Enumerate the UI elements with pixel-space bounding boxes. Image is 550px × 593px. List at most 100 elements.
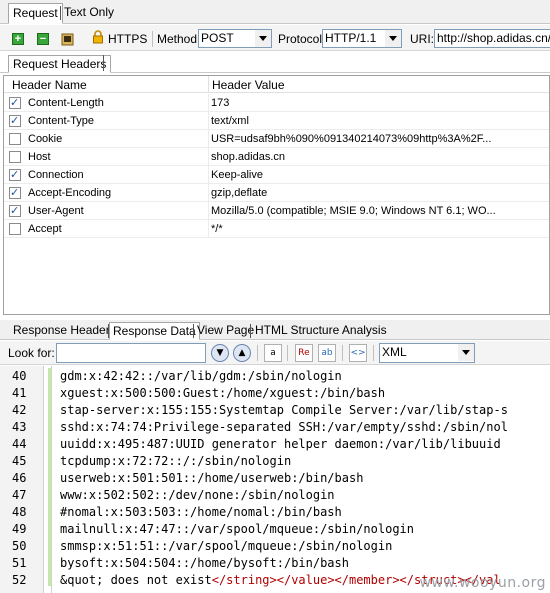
response-tab-bar: Response Headers Response Data View Page… bbox=[0, 320, 550, 340]
column-divider bbox=[208, 148, 209, 166]
remove-header-button[interactable]: − bbox=[33, 29, 51, 47]
header-value-cell[interactable]: Keep-alive bbox=[211, 169, 541, 181]
column-divider bbox=[208, 184, 209, 202]
header-enabled-checkbox[interactable] bbox=[9, 96, 21, 109]
tab-text-only[interactable]: Text Only bbox=[60, 3, 118, 24]
line-text: bysoft:x:504:504::/home/bysoft:/bin/bash bbox=[60, 556, 349, 570]
look-for-input[interactable] bbox=[56, 343, 206, 363]
line-number: 47 bbox=[12, 488, 27, 502]
tab-response-data[interactable]: Response Data bbox=[109, 322, 200, 340]
header-enabled-checkbox[interactable] bbox=[9, 133, 21, 145]
plus-icon: + bbox=[12, 33, 24, 45]
format-select[interactable]: XML bbox=[379, 343, 475, 363]
find-next-button[interactable]: ▼ bbox=[211, 344, 229, 362]
table-row[interactable]: Accept-Encoding gzip,deflate bbox=[4, 184, 549, 202]
code-line: 45 tcpdump:x:72:72::/:/sbin/nologin bbox=[0, 453, 550, 470]
line-text: mailnull:x:47:47::/var/spool/mqueue:/sbi… bbox=[60, 522, 415, 536]
header-value-cell[interactable]: shop.adidas.cn bbox=[211, 151, 541, 163]
line-number: 45 bbox=[12, 454, 27, 468]
column-divider bbox=[208, 166, 209, 184]
header-name-cell: User-Agent bbox=[28, 205, 84, 217]
table-row[interactable]: Content-Length 173 bbox=[4, 94, 549, 112]
edit-icon bbox=[61, 33, 74, 46]
table-row[interactable]: User-Agent Mozilla/5.0 (compatible; MSIE … bbox=[4, 202, 549, 220]
code-line: 46 userweb:x:501:501::/home/userweb:/bin/… bbox=[0, 470, 550, 487]
code-line: 48 #nomal:x:503:503::/home/nomal:/bin/bas… bbox=[0, 504, 550, 521]
column-header-name[interactable]: Header Name bbox=[12, 78, 87, 92]
header-name-cell: Accept bbox=[28, 223, 62, 235]
response-data-editor[interactable]: 40 gdm:x:42:42::/var/lib/gdm:/sbin/nologi… bbox=[0, 366, 550, 593]
line-text: userweb:x:501:501::/home/userweb:/bin/ba… bbox=[60, 471, 364, 485]
method-value: POST bbox=[201, 31, 234, 45]
chevron-up-icon: ▲ bbox=[238, 348, 246, 358]
tab-separator bbox=[250, 324, 251, 338]
protocol-label: Protocol: bbox=[278, 32, 326, 46]
header-enabled-checkbox[interactable] bbox=[9, 168, 21, 181]
lock-icon bbox=[93, 30, 103, 44]
chevron-down-icon bbox=[458, 344, 474, 361]
uri-label: URI: bbox=[410, 32, 434, 46]
code-line: 51 bysoft:x:504:504::/home/bysoft:/bin/ba… bbox=[0, 555, 550, 572]
header-value-cell[interactable]: 173 bbox=[211, 97, 541, 109]
header-value-cell[interactable]: */* bbox=[211, 223, 541, 235]
table-row[interactable]: Connection Keep-alive bbox=[4, 166, 549, 184]
add-header-button[interactable]: + bbox=[8, 29, 26, 47]
header-enabled-checkbox[interactable] bbox=[9, 151, 21, 163]
chevron-down-icon: ▼ bbox=[216, 348, 224, 358]
minus-icon: − bbox=[37, 33, 49, 45]
header-value-cell[interactable]: USR=udsaf9bh%090%091340214073%09http%3A%… bbox=[211, 133, 541, 145]
uri-input[interactable]: http://shop.adidas.cn/a bbox=[434, 29, 550, 48]
method-label: Method: bbox=[157, 32, 201, 46]
replace-button[interactable]: ab bbox=[318, 344, 336, 362]
line-number: 49 bbox=[12, 522, 27, 536]
toolbar-separator bbox=[373, 345, 374, 361]
header-enabled-checkbox[interactable] bbox=[9, 114, 21, 127]
header-name-cell: Content-Length bbox=[28, 97, 104, 109]
match-case-button[interactable]: a bbox=[264, 344, 282, 362]
tab-response-headers[interactable]: Response Headers bbox=[10, 322, 119, 340]
header-enabled-checkbox[interactable] bbox=[9, 204, 21, 217]
code-line: 50 smmsp:x:51:51::/var/spool/mqueue:/sbin… bbox=[0, 538, 550, 555]
code-line: 47 www:x:502:502::/dev/none:/sbin/nologin bbox=[0, 487, 550, 504]
table-row[interactable]: Accept */* bbox=[4, 220, 549, 238]
column-header-value[interactable]: Header Value bbox=[212, 78, 285, 92]
table-row[interactable]: Cookie USR=udsaf9bh%090%091340214073%09ht… bbox=[4, 130, 549, 148]
line-number: 51 bbox=[12, 556, 27, 570]
request-headers-grid: Header Name Header Value Content-Length 1… bbox=[3, 75, 550, 315]
code-line: 41 xguest:x:500:500:Guest:/home/xguest:/b… bbox=[0, 385, 550, 402]
table-row[interactable]: Host shop.adidas.cn bbox=[4, 148, 549, 166]
request-subtab-bar: Request Headers bbox=[0, 53, 550, 73]
top-tab-bar: Request Text Only bbox=[0, 0, 550, 24]
tab-html-structure-analysis[interactable]: HTML Structure Analysis bbox=[252, 322, 390, 340]
toolbar-separator bbox=[342, 345, 343, 361]
method-select[interactable]: POST bbox=[198, 29, 272, 48]
tab-view-page[interactable]: View Page bbox=[194, 322, 257, 340]
column-divider[interactable] bbox=[208, 76, 209, 93]
replace-icon: ab bbox=[321, 348, 333, 358]
format-code-button[interactable]: <> bbox=[349, 344, 367, 362]
line-text: gdm:x:42:42::/var/lib/gdm:/sbin/nologin bbox=[60, 369, 342, 383]
tab-request-headers[interactable]: Request Headers bbox=[8, 55, 112, 73]
table-row[interactable]: Content-Type text/xml bbox=[4, 112, 549, 130]
header-enabled-checkbox[interactable] bbox=[9, 223, 21, 235]
code-brackets-icon: <> bbox=[350, 348, 366, 358]
header-enabled-checkbox[interactable] bbox=[9, 186, 21, 199]
line-text-plain: &quot; does not exist bbox=[60, 573, 212, 587]
header-name-cell: Connection bbox=[28, 169, 84, 181]
header-value-cell[interactable]: gzip,deflate bbox=[211, 187, 541, 199]
header-value-cell[interactable]: text/xml bbox=[211, 115, 541, 127]
header-name-cell: Host bbox=[28, 151, 51, 163]
tab-request[interactable]: Request bbox=[8, 3, 63, 24]
line-text: smmsp:x:51:51::/var/spool/mqueue:/sbin/n… bbox=[60, 539, 393, 553]
protocol-select[interactable]: HTTP/1.1 bbox=[322, 29, 402, 48]
edit-button[interactable] bbox=[58, 29, 76, 47]
regex-button[interactable]: Re bbox=[295, 344, 313, 362]
code-line: 44 uuidd:x:495:487:UUID generator helper … bbox=[0, 436, 550, 453]
regex-icon: Re bbox=[298, 348, 310, 358]
https-toggle[interactable]: HTTPS bbox=[108, 32, 147, 46]
format-value: XML bbox=[382, 345, 407, 359]
header-name-cell: Accept-Encoding bbox=[28, 187, 112, 199]
find-previous-button[interactable]: ▲ bbox=[233, 344, 251, 362]
header-name-cell: Cookie bbox=[28, 133, 63, 145]
header-value-cell[interactable]: Mozilla/5.0 (compatible; MSIE 9.0; Windo… bbox=[211, 205, 541, 217]
